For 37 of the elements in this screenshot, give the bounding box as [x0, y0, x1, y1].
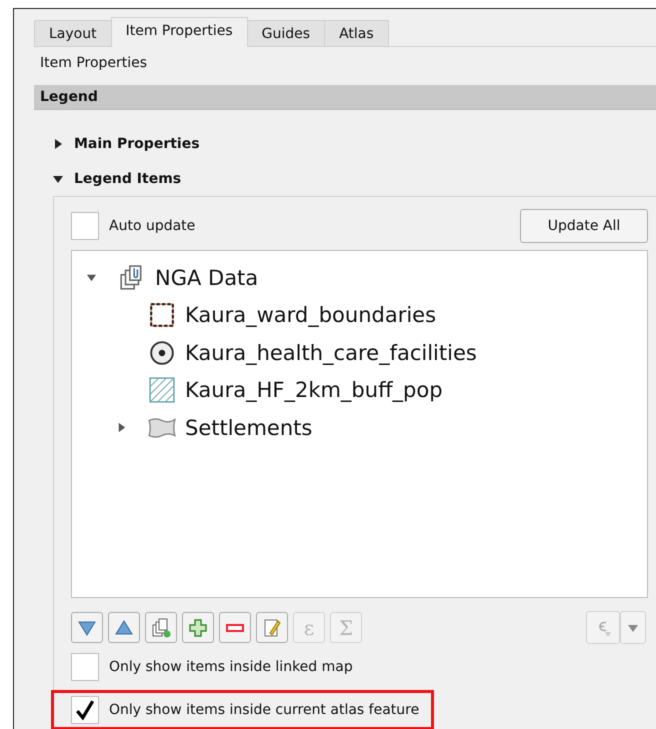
section-header: Legend: [34, 85, 656, 110]
group-header[interactable]: Legend Items: [52, 161, 182, 196]
edit-button[interactable]: [256, 612, 288, 643]
dropdown-button[interactable]: [620, 611, 646, 644]
tree-item[interactable]: Settlements: [185, 416, 312, 440]
tree-item[interactable]: Kaura_ward_boundaries: [185, 303, 436, 328]
add-group-icon: [151, 618, 171, 638]
tab[interactable]: Guides: [246, 20, 326, 46]
tree-item[interactable]: NGA Data: [155, 266, 258, 290]
expand-arrow-icon[interactable]: [86, 272, 97, 284]
pencil-icon: [262, 618, 282, 638]
tab[interactable]: Layout: [34, 20, 112, 46]
checkbox-label: Only show items inside current atlas feature: [109, 702, 420, 718]
remove-button[interactable]: [219, 612, 251, 643]
expand-arrow-icon[interactable]: [116, 422, 127, 434]
panel-title: Item Properties: [39, 54, 148, 73]
tree-item[interactable]: Kaura_health_care_facilities: [185, 340, 477, 365]
move-down-button[interactable]: [71, 612, 103, 643]
checkbox[interactable]: [71, 212, 99, 240]
checkbox[interactable]: [71, 653, 99, 681]
add-button[interactable]: [182, 612, 214, 643]
hatched-symbol-icon: [147, 377, 177, 404]
up-triangle-icon: [114, 618, 134, 638]
plus-icon: [188, 618, 208, 638]
move-up-button[interactable]: [108, 612, 140, 643]
add-group-button[interactable]: [145, 612, 177, 643]
tab[interactable]: Atlas: [324, 20, 389, 46]
checkbox-label: Auto update: [109, 218, 196, 234]
tab[interactable]: Item Properties: [110, 17, 248, 47]
checkbox[interactable]: [71, 696, 99, 724]
update-all-button[interactable]: Update All: [520, 209, 648, 243]
expand-arrow-icon: [52, 138, 64, 150]
point-symbol-icon: [147, 340, 177, 366]
group-header[interactable]: Main Properties: [52, 126, 200, 161]
tree-item[interactable]: Kaura_HF_2km_buff_pop: [185, 378, 443, 402]
checkbox-label: Only show items inside linked map: [109, 659, 353, 675]
polygon-symbol-icon: [147, 302, 177, 328]
